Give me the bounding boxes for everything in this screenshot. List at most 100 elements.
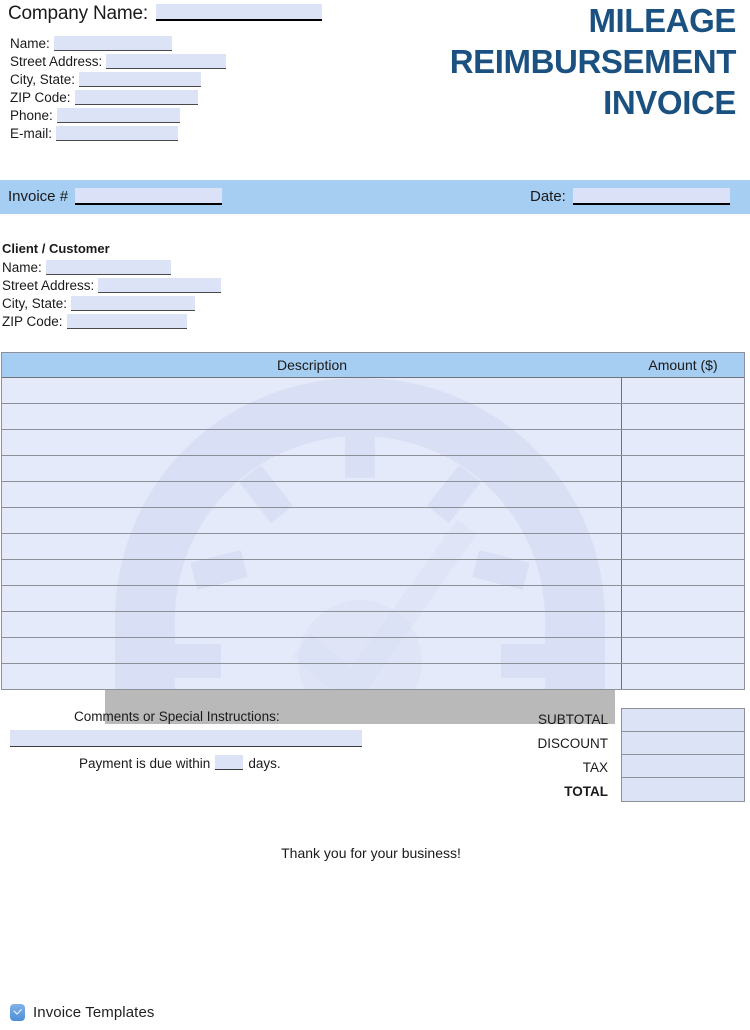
company-field-city-state-input[interactable] (79, 72, 202, 87)
cell-amount[interactable] (622, 378, 744, 403)
cell-amount[interactable] (622, 560, 744, 585)
company-field-zip-input[interactable] (74, 90, 198, 105)
cell-description[interactable] (2, 638, 622, 663)
client-field-zip: ZIP Code: (2, 312, 221, 330)
company-field-name-input[interactable] (53, 36, 172, 51)
company-field-phone-label: Phone: (10, 108, 53, 123)
document-title-line-3: INVOICE (603, 84, 736, 121)
client-customer-block: Client / Customer Name: Street Address: … (2, 241, 222, 330)
cell-description[interactable] (2, 404, 622, 429)
cell-amount[interactable] (622, 534, 744, 559)
company-field-email: E-mail: (10, 124, 226, 142)
company-field-street-label: Street Address: (10, 54, 103, 69)
company-field-street-input[interactable] (106, 54, 227, 69)
invoice-date-label: Date: (530, 188, 566, 205)
cell-description[interactable] (2, 560, 622, 585)
invoice-date-input[interactable] (572, 188, 730, 205)
line-items-table: Description Amount ($) (1, 352, 745, 690)
company-field-email-label: E-mail: (10, 126, 53, 141)
discount-input[interactable] (622, 732, 744, 755)
line-items-header-row: Description Amount ($) (2, 353, 744, 378)
subtotal-input[interactable] (622, 709, 744, 732)
cell-amount[interactable] (622, 586, 744, 611)
tax-label: TAX (582, 760, 608, 775)
cell-description[interactable] (2, 664, 622, 689)
cell-description[interactable] (2, 612, 622, 637)
subtotal-label: SUBTOTAL (537, 712, 608, 727)
client-field-name: Name: (2, 258, 221, 276)
payment-terms-prefix: Payment is due within (79, 756, 211, 771)
cell-description[interactable] (2, 482, 622, 507)
company-field-name: Name: (10, 34, 226, 52)
cell-amount[interactable] (622, 612, 744, 637)
company-field-phone: Phone: (10, 106, 226, 124)
table-row (2, 456, 744, 482)
company-field-phone-input[interactable] (56, 108, 180, 123)
client-field-street: Street Address: (2, 276, 222, 294)
payment-terms-days-input[interactable] (215, 755, 244, 770)
total-input[interactable] (622, 778, 744, 801)
payment-terms-row: Payment is due within days. (79, 755, 281, 771)
payment-terms-suffix: days. (248, 756, 281, 771)
document-title: MILEAGE REIMBURSEMENT INVOICE (266, 0, 737, 123)
cell-description[interactable] (2, 586, 622, 611)
cell-amount[interactable] (622, 404, 744, 429)
cell-description[interactable] (2, 456, 622, 481)
company-field-email-input[interactable] (56, 126, 179, 141)
client-field-street-label: Street Address: (2, 278, 95, 293)
total-label: TOTAL (564, 784, 608, 799)
footer-brand-label: Invoice Templates (33, 1004, 155, 1021)
company-field-name-label: Name: (10, 36, 50, 51)
cell-description[interactable] (2, 430, 622, 455)
client-field-name-input[interactable] (45, 260, 171, 275)
cell-description[interactable] (2, 508, 622, 533)
table-row (2, 638, 744, 664)
client-field-zip-label: ZIP Code: (2, 314, 63, 329)
client-field-name-label: Name: (2, 260, 42, 275)
table-row (2, 612, 744, 638)
cell-description[interactable] (2, 534, 622, 559)
client-customer-heading: Client / Customer (2, 241, 110, 256)
invoice-number-label: Invoice # (8, 188, 69, 205)
cell-amount[interactable] (622, 664, 744, 689)
invoice-number-group: Invoice # (8, 188, 223, 206)
table-row (2, 560, 744, 586)
company-field-city-state-label: City, State: (10, 72, 76, 87)
client-field-zip-input[interactable] (66, 314, 187, 329)
client-field-city-state: City, State: (2, 294, 221, 312)
client-field-street-input[interactable] (98, 278, 222, 293)
company-field-street: Street Address: (10, 52, 227, 70)
cell-amount[interactable] (622, 638, 744, 663)
cell-amount[interactable] (622, 430, 744, 455)
company-field-zip: ZIP Code: (10, 88, 226, 106)
client-field-city-state-label: City, State: (2, 296, 68, 311)
cell-amount[interactable] (622, 482, 744, 507)
cell-amount[interactable] (622, 456, 744, 481)
totals-labels: SUBTOTAL DISCOUNT TAX TOTAL (460, 708, 609, 804)
cell-description[interactable] (2, 378, 622, 403)
table-row (2, 508, 744, 534)
tax-input[interactable] (622, 755, 744, 778)
client-field-city-state-input[interactable] (71, 296, 196, 311)
document-title-line-1: MILEAGE (588, 2, 736, 39)
check-badge-icon (10, 1004, 25, 1021)
table-row (2, 404, 744, 430)
cell-amount[interactable] (622, 508, 744, 533)
table-row (2, 586, 744, 612)
company-fields: Name: Street Address: City, State: ZIP C… (10, 34, 227, 142)
company-field-city-state: City, State: (10, 70, 226, 88)
totals-values (621, 708, 745, 802)
table-row (2, 430, 744, 456)
footer-brand: Invoice Templates (10, 1004, 155, 1021)
table-row (2, 482, 744, 508)
table-row (2, 378, 744, 404)
invoice-number-input[interactable] (75, 188, 223, 205)
column-header-amount: Amount ($) (648, 357, 718, 373)
discount-label: DISCOUNT (537, 736, 609, 751)
comments-input[interactable] (10, 730, 362, 747)
column-header-description: Description (276, 357, 348, 373)
thank-you-message: Thank you for your business! (281, 845, 461, 861)
comments-label: Comments or Special Instructions: (74, 709, 280, 724)
table-row (2, 664, 744, 689)
invoice-date-band: Invoice # Date: (0, 180, 750, 214)
